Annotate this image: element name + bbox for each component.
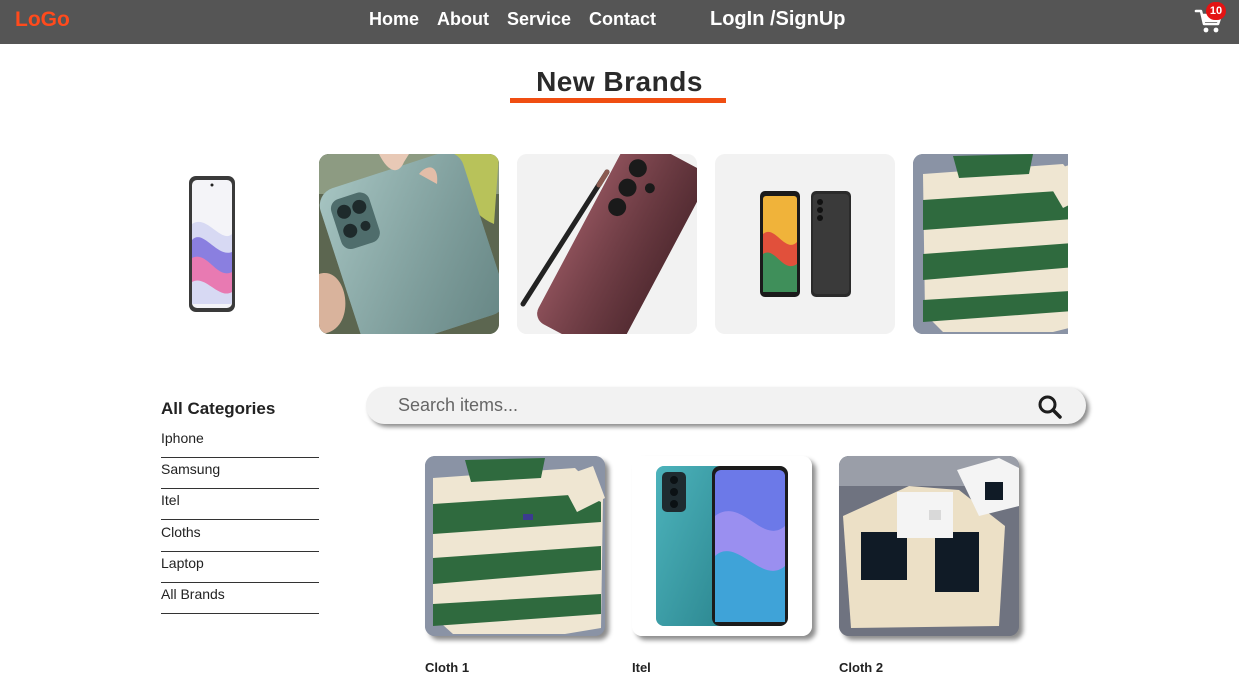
brand-slide-phone-burgundy[interactable] <box>517 154 697 334</box>
category-itel[interactable]: Itel <box>161 489 319 520</box>
brand-slide-phone-white[interactable] <box>121 154 301 334</box>
phone-burgundy-with-stylus-image <box>517 154 697 334</box>
patchwork-sweater-image <box>839 456 1019 636</box>
search-button[interactable] <box>1036 393 1064 421</box>
product-card-cloth-1[interactable] <box>425 456 605 636</box>
product-name-cloth-1[interactable]: Cloth 1 <box>425 660 469 675</box>
brand-slide-sweater[interactable] <box>913 154 1068 334</box>
phone-green-in-hand-image <box>319 154 499 334</box>
product-name-cloth-2[interactable]: Cloth 2 <box>839 660 883 675</box>
brand-slide-phone-green[interactable] <box>319 154 499 334</box>
navbar: LoGo Home About Service Contact LogIn /S… <box>0 0 1239 44</box>
brands-carousel[interactable] <box>121 154 1068 334</box>
category-laptop[interactable]: Laptop <box>161 552 319 583</box>
cart-count-badge: 10 <box>1206 2 1226 20</box>
cart-button[interactable]: 10 <box>1194 2 1226 35</box>
nav-service-link[interactable]: Service <box>507 9 571 30</box>
category-all-brands[interactable]: All Brands <box>161 583 319 614</box>
search-input[interactable] <box>398 387 1018 424</box>
two-phones-image <box>760 191 851 297</box>
title-underline <box>510 98 726 103</box>
category-cloths[interactable]: Cloths <box>161 521 319 552</box>
category-iphone[interactable]: Iphone <box>161 427 319 458</box>
search-bar <box>366 387 1086 424</box>
categories-title: All Categories <box>161 399 276 418</box>
brand-slide-two-phones[interactable] <box>715 154 895 334</box>
phone-white-image <box>189 176 235 312</box>
product-card-cloth-2[interactable] <box>839 456 1019 636</box>
product-name-itel[interactable]: Itel <box>632 660 651 675</box>
category-samsung[interactable]: Samsung <box>161 458 319 489</box>
striped-sweater-image <box>425 456 605 636</box>
nav-about-link[interactable]: About <box>437 9 489 30</box>
logo[interactable]: LoGo <box>15 8 70 32</box>
product-card-itel[interactable] <box>632 456 812 636</box>
nav-contact-link[interactable]: Contact <box>589 9 656 30</box>
search-icon <box>1038 395 1062 419</box>
teal-phone-image <box>632 456 812 636</box>
login-signup-link[interactable]: LogIn /SignUp <box>710 8 846 31</box>
nav-home-link[interactable]: Home <box>369 9 419 30</box>
new-brands-title: New Brands <box>536 66 703 97</box>
striped-sweater-image <box>913 154 1068 334</box>
